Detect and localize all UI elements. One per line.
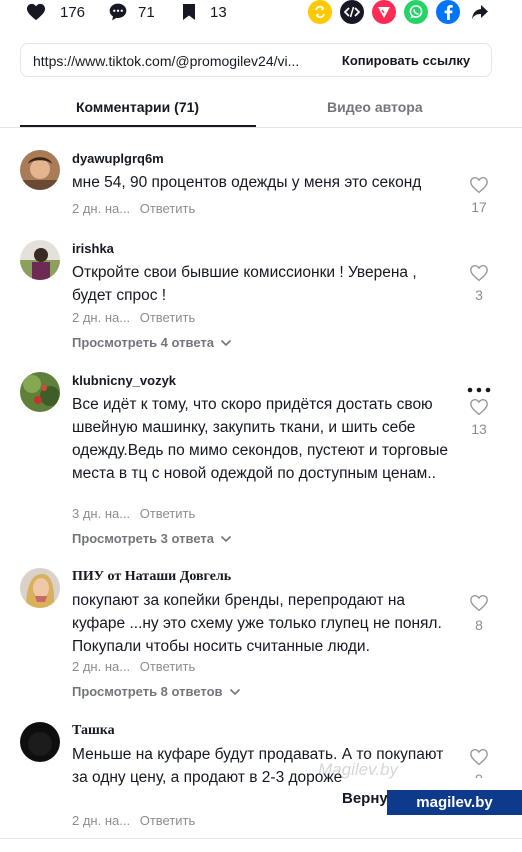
avatar[interactable] <box>20 722 60 762</box>
repost-icon <box>315 5 325 19</box>
comment-like[interactable]: 9 <box>466 748 492 778</box>
bookmark-icon <box>183 4 195 20</box>
comment-item: ПИУ от Наташи Довгель покупают за копейк… <box>0 568 522 703</box>
video-stats-bar: 176 71 13 <box>0 0 522 24</box>
divider <box>0 838 522 839</box>
comment-author[interactable]: Ташка <box>72 723 115 739</box>
like-count: 17 <box>471 199 487 215</box>
active-tab-indicator <box>20 125 256 127</box>
comment-like[interactable]: 8 <box>466 594 492 633</box>
more-options-button[interactable] <box>466 380 492 393</box>
heart-outline-icon <box>470 176 488 194</box>
comment-like[interactable]: 3 <box>466 264 492 303</box>
view-replies-label: Просмотреть 4 ответа <box>72 335 214 350</box>
comment-text: покупают за копейки бренды, перепродают … <box>72 592 442 655</box>
view-replies-label: Просмотреть 8 ответов <box>72 684 223 699</box>
comment-text: Все идёт к тому, что скоро придётся дост… <box>72 396 448 482</box>
comment-item: Ташка Меньше на куфаре будут продавать. … <box>0 722 522 832</box>
tab-comments[interactable]: Комментарии (71) <box>76 99 199 115</box>
heart-outline-icon <box>470 748 488 766</box>
avatar[interactable] <box>20 568 60 608</box>
chevron-down-icon <box>220 339 232 346</box>
like-count: 3 <box>475 287 483 303</box>
heart-outline-icon <box>470 398 488 416</box>
likes-count: 176 <box>60 3 86 21</box>
comment-item: klubnicny_vozyk Все идёт к тому, что ско… <box>0 372 522 552</box>
comment-item: irishka Откройте свои бывшие комиссионки… <box>0 240 522 355</box>
send-icon <box>378 7 390 18</box>
heart-outline-icon <box>470 264 488 282</box>
send-button[interactable] <box>372 0 396 24</box>
comments-stat[interactable]: 71 <box>108 0 155 24</box>
facebook-button[interactable] <box>436 0 460 24</box>
comment-date: 2 дн. на... <box>72 201 131 216</box>
comment-author[interactable]: klubnicny_vozyk <box>72 373 176 388</box>
embed-icon <box>344 6 360 18</box>
avatar[interactable] <box>20 240 60 280</box>
reply-button[interactable]: Ответить <box>140 201 196 216</box>
reply-button[interactable]: Ответить <box>140 506 196 521</box>
comment-meta: 3 дн. на... Ответить <box>72 506 195 521</box>
comment-date: 3 дн. на... <box>72 506 131 521</box>
tab-author-videos[interactable]: Видео автора <box>327 99 423 115</box>
site-badge: magilev.by <box>387 790 522 815</box>
comment-like[interactable]: 17 <box>466 176 492 215</box>
tabs-bar: Комментарии (71) Видео автора <box>0 90 522 128</box>
avatar[interactable] <box>20 150 60 190</box>
view-replies-label: Просмотреть 3 ответа <box>72 531 214 546</box>
view-replies-button[interactable]: Просмотреть 4 ответа <box>72 335 232 350</box>
comment-date: 2 дн. на... <box>72 813 131 828</box>
video-url-text[interactable]: https://www.tiktok.com/@promogilev24/vi.… <box>33 53 323 69</box>
saves-stat[interactable]: 13 <box>182 0 227 24</box>
whatsapp-icon <box>409 5 423 19</box>
more-dots-icon <box>467 387 491 393</box>
reply-button[interactable]: Ответить <box>140 813 196 828</box>
repost-button[interactable] <box>308 0 332 24</box>
comment-meta: 2 дн. на... Ответить <box>72 201 195 216</box>
avatar[interactable] <box>20 372 60 412</box>
view-replies-button[interactable]: Просмотреть 8 ответов <box>72 684 241 699</box>
embed-button[interactable] <box>340 0 364 24</box>
comment-meta: 2 дн. на... Ответить <box>72 659 195 674</box>
likes-stat[interactable]: 176 <box>26 0 85 24</box>
comment-date: 2 дн. на... <box>72 659 131 674</box>
comment-text: Откройте свои бывшие комиссионки ! Увере… <box>72 264 417 304</box>
site-watermark: Magilev.by <box>318 760 398 779</box>
share-more-button[interactable] <box>468 0 492 24</box>
comment-author[interactable]: dyawuplgrq6m <box>72 151 164 166</box>
like-count: 9 <box>466 771 492 778</box>
heart-icon <box>27 3 45 21</box>
comment-like[interactable]: 13 <box>466 398 492 437</box>
share-arrow-icon <box>472 5 488 19</box>
comment-meta: 2 дн. на... Ответить <box>72 813 195 828</box>
reply-button[interactable]: Ответить <box>140 310 196 325</box>
comment-author[interactable]: irishka <box>72 241 114 256</box>
like-count: 13 <box>471 421 487 437</box>
heart-outline-icon <box>470 594 488 612</box>
return-button[interactable]: Верну <box>342 790 388 807</box>
like-count: 8 <box>475 617 483 633</box>
comment-text: мне 54, 90 процентов одежды у меня это с… <box>72 174 422 191</box>
reply-button[interactable]: Ответить <box>140 659 196 674</box>
chevron-down-icon <box>229 688 240 695</box>
view-replies-button[interactable]: Просмотреть 3 ответа <box>72 531 232 546</box>
comment-author[interactable]: ПИУ от Наташи Довгель <box>72 569 231 585</box>
comment-meta: 2 дн. на... Ответить <box>72 310 195 325</box>
chevron-down-icon <box>220 535 232 542</box>
comment-date: 2 дн. на... <box>72 310 131 325</box>
comments-count: 71 <box>138 3 155 21</box>
comment-bubble-icon <box>109 3 127 21</box>
comment-item: dyawuplgrq6m мне 54, 90 процентов одежды… <box>0 150 522 230</box>
saves-count: 13 <box>210 3 227 21</box>
copy-link-button[interactable]: Копировать ссылку <box>321 44 491 76</box>
whatsapp-button[interactable] <box>404 0 428 24</box>
copy-link-box: https://www.tiktok.com/@promogilev24/vi.… <box>20 43 492 77</box>
facebook-icon <box>444 5 453 20</box>
